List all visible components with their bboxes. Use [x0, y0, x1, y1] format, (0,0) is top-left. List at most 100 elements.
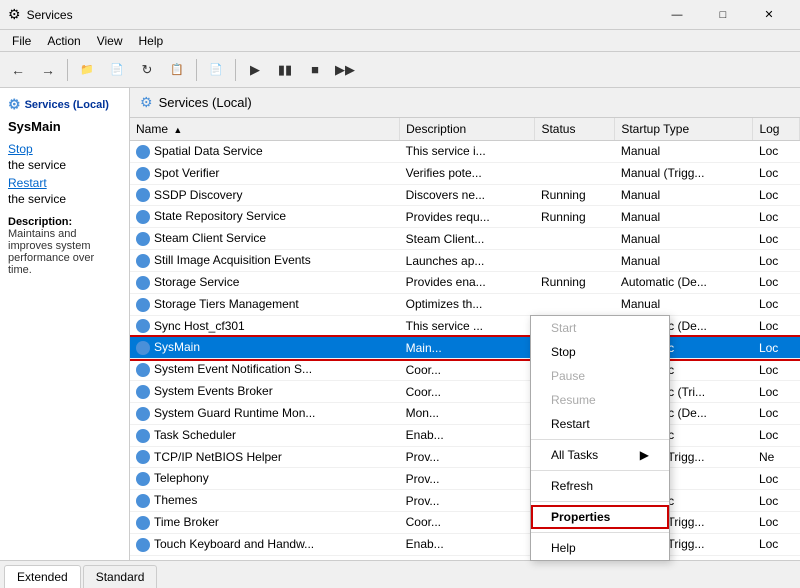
service-description: Main... [400, 337, 535, 359]
context-menu-item-pause[interactable]: Pause [531, 364, 669, 388]
service-log: Loc [753, 141, 800, 163]
menu-help[interactable]: Help [131, 32, 172, 50]
context-menu-item-resume[interactable]: Resume [531, 388, 669, 412]
table-row[interactable]: System Guard Runtime Mon... Mon... Autom… [130, 402, 800, 424]
col-status[interactable]: Status [535, 118, 615, 141]
service-name: Spot Verifier [154, 166, 219, 180]
stop-service-link[interactable]: Stop [8, 142, 121, 156]
service-name: Udk User Service_cf301 [154, 559, 283, 560]
panel-header: ⚙ Services (Local) [130, 88, 800, 118]
service-name: Time Broker [154, 515, 219, 529]
table-row[interactable]: Task Scheduler Enab... Automatic Loc [130, 424, 800, 446]
menu-file[interactable]: File [4, 32, 39, 50]
service-log: Loc [753, 490, 800, 512]
show-hide-button[interactable]: 📄 [103, 56, 131, 84]
table-row[interactable]: Spatial Data Service This service i... M… [130, 141, 800, 163]
service-name: Themes [154, 493, 197, 507]
service-status [535, 293, 615, 315]
service-name: SysMain [154, 340, 200, 354]
service-name: Steam Client Service [154, 231, 266, 245]
table-row[interactable]: SSDP Discovery Discovers ne... Running M… [130, 184, 800, 206]
service-name-cell: State Repository Service [130, 206, 400, 228]
service-name: Storage Tiers Management [154, 297, 299, 311]
context-menu: StartStopPauseResumeRestart All Tasks Refr… [530, 315, 670, 561]
service-log: Loc [753, 293, 800, 315]
properties-button[interactable]: 📄 [202, 56, 230, 84]
table-row[interactable]: TCP/IP NetBIOS Helper Prov... Manual (Tr… [130, 446, 800, 468]
service-log: Loc [753, 228, 800, 250]
export-button[interactable]: 📋 [163, 56, 191, 84]
table-row[interactable]: System Event Notification S... Coor... A… [130, 359, 800, 381]
maximize-button[interactable]: □ [700, 0, 746, 30]
service-name-cell: System Events Broker [130, 381, 400, 403]
service-name: System Event Notification S... [154, 362, 312, 376]
service-status: Running [535, 206, 615, 228]
restart-service-link[interactable]: Restart [8, 176, 121, 190]
table-row[interactable]: Sync Host_cf301 This service ... Running… [130, 315, 800, 337]
table-row[interactable]: Time Broker Coor... Manual (Trigg... Loc [130, 512, 800, 534]
tab-extended[interactable]: Extended [4, 565, 81, 588]
col-name[interactable]: Name ▲ [130, 118, 400, 141]
service-startup-type: Manual [615, 250, 753, 272]
context-menu-item-start[interactable]: Start [531, 316, 669, 340]
pause-service-button[interactable]: ▮▮ [271, 56, 299, 84]
minimize-button[interactable]: — [654, 0, 700, 30]
table-row[interactable]: Telephony Prov... Manual Loc [130, 468, 800, 490]
context-menu-separator [531, 532, 669, 533]
service-name-cell: Themes [130, 490, 400, 512]
context-menu-item-restart[interactable]: Restart [531, 412, 669, 436]
service-log: Loc [753, 206, 800, 228]
close-button[interactable]: ✕ [746, 0, 792, 30]
table-row[interactable]: Spot Verifier Verifies pote... Manual (T… [130, 162, 800, 184]
table-row[interactable]: State Repository Service Provides requ..… [130, 206, 800, 228]
service-name: Spatial Data Service [154, 144, 263, 158]
col-log[interactable]: Log [753, 118, 800, 141]
service-log: Loc [753, 315, 800, 337]
restart-service-button[interactable]: ▶▶ [331, 56, 359, 84]
service-name-cell: Touch Keyboard and Handw... [130, 533, 400, 555]
back-button[interactable]: ← [4, 56, 32, 84]
col-description[interactable]: Description [400, 118, 535, 141]
start-service-button[interactable]: ▶ [241, 56, 269, 84]
context-menu-item-all-tasks[interactable]: All Tasks [531, 443, 669, 467]
context-menu-item-properties[interactable]: Properties [531, 505, 669, 529]
menu-view[interactable]: View [89, 32, 131, 50]
refresh-button[interactable]: ↻ [133, 56, 161, 84]
service-name-cell: Storage Tiers Management [130, 293, 400, 315]
service-icon [136, 167, 150, 181]
forward-button[interactable]: → [34, 56, 62, 84]
table-row[interactable]: Storage Tiers Management Optimizes th...… [130, 293, 800, 315]
table-row[interactable]: SysMain Main... Automatic Loc [130, 337, 800, 359]
service-startup-type: Manual [615, 293, 753, 315]
context-menu-item-help[interactable]: Help [531, 536, 669, 560]
toolbar: ← → 📁 📄 ↻ 📋 📄 ▶ ▮▮ ■ ▶▶ [0, 52, 800, 88]
service-startup-type: Manual (Trigg... [615, 162, 753, 184]
services-tbody: Spatial Data Service This service i... M… [130, 141, 800, 561]
service-description: Coor... [400, 381, 535, 403]
service-icon [136, 341, 150, 355]
panel-header-icon: ⚙ [140, 94, 153, 111]
table-row[interactable]: Steam Client Service Steam Client... Man… [130, 228, 800, 250]
stop-service-button[interactable]: ■ [301, 56, 329, 84]
table-row[interactable]: Still Image Acquisition Events Launches … [130, 250, 800, 272]
service-icon [136, 298, 150, 312]
up-button[interactable]: 📁 [73, 56, 101, 84]
table-row[interactable]: Themes Prov... Automatic Loc [130, 490, 800, 512]
service-icon [136, 538, 150, 552]
service-name-cell: Task Scheduler [130, 424, 400, 446]
table-row[interactable]: Udk User Service_cf301 Shel... Manual Lo… [130, 555, 800, 560]
toolbar-separator-1 [67, 59, 68, 81]
tab-standard[interactable]: Standard [83, 565, 158, 588]
service-icon [136, 516, 150, 530]
table-row[interactable]: Touch Keyboard and Handw... Enab... Manu… [130, 533, 800, 555]
context-menu-item-stop[interactable]: Stop [531, 340, 669, 364]
table-row[interactable]: System Events Broker Coor... Automatic (… [130, 381, 800, 403]
service-name-cell: Still Image Acquisition Events [130, 250, 400, 272]
table-row[interactable]: Storage Service Provides ena... Running … [130, 271, 800, 293]
menu-action[interactable]: Action [39, 32, 88, 50]
context-menu-item-refresh[interactable]: Refresh [531, 474, 669, 498]
services-table[interactable]: Name ▲ Description Status Startup Type L… [130, 118, 800, 560]
left-panel-header-title: Services (Local) [25, 99, 109, 111]
col-startup-type[interactable]: Startup Type [615, 118, 753, 141]
service-icon [136, 385, 150, 399]
